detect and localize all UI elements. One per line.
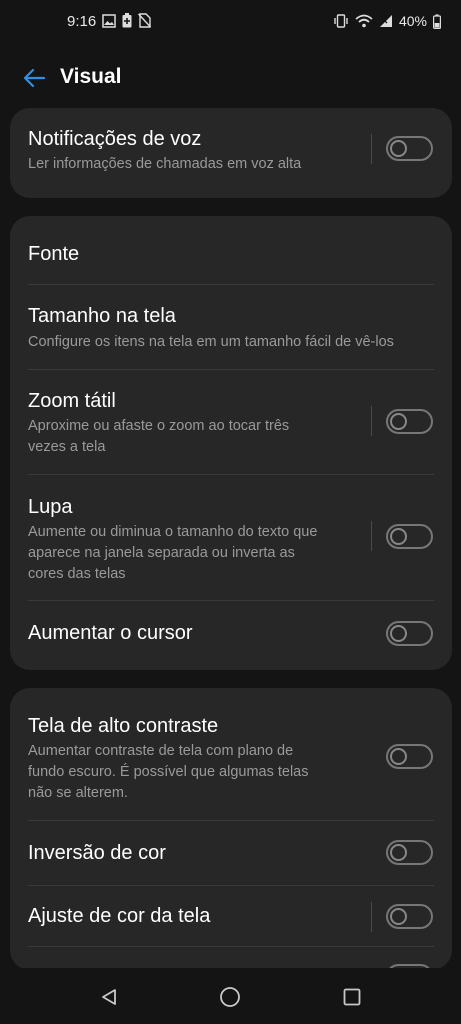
home-circle-icon: [220, 987, 240, 1007]
toggle-separator: [371, 134, 372, 164]
battery-percent: 40%: [398, 13, 427, 29]
setting-title: Notificações de voz: [28, 128, 202, 150]
touch-zoom-toggle[interactable]: [386, 409, 433, 434]
setting-title: Ajuste de cor da tela: [28, 905, 211, 927]
setting-subtitle: Configure os itens na tela em um tamanho…: [28, 334, 394, 350]
divider: [28, 946, 434, 947]
toggle-separator: [371, 521, 372, 551]
status-left-icons: [102, 13, 151, 28]
card-display: Fonte Tamanho na tela Configure os itens…: [10, 216, 452, 670]
toggle-separator: [371, 902, 372, 932]
toggle-knob: [390, 844, 407, 861]
high-contrast-toggle[interactable]: [386, 744, 433, 769]
setting-subtitle: Ler informações de chamadas em voz alta: [28, 156, 302, 172]
setting-screen-color-adjust[interactable]: Ajuste de cor da tela: [10, 886, 452, 946]
setting-title: Tamanho na tela: [28, 305, 176, 327]
toggle-knob: [390, 748, 407, 765]
color-inversion-toggle[interactable]: [386, 840, 433, 865]
setting-subtitle: Aumente ou diminua o tamanho do texto qu…: [28, 524, 318, 582]
status-time: 9:16: [67, 13, 97, 30]
navigation-bar: [0, 968, 461, 1024]
toggle-knob: [390, 625, 407, 642]
screen-color-adjust-toggle[interactable]: [386, 904, 433, 929]
wifi-icon: [355, 14, 373, 28]
card-contrast: Tela de alto contraste Aumentar contrast…: [10, 688, 452, 970]
setting-title: Lupa: [28, 496, 73, 518]
vibrate-icon: [334, 14, 348, 28]
toggle-separator: [371, 406, 372, 436]
back-triangle-icon: [102, 989, 116, 1005]
setting-title: Aumentar o cursor: [28, 622, 193, 644]
setting-screen-size[interactable]: Tamanho na tela Configure os itens na te…: [10, 285, 452, 369]
card-voice: Notificações de voz Ler informações de c…: [10, 108, 452, 198]
nav-home-button[interactable]: [215, 982, 245, 1012]
setting-color-inversion[interactable]: Inversão de cor: [10, 821, 452, 885]
no-sim-icon: [138, 13, 151, 28]
recents-square-icon: [343, 988, 361, 1006]
page-title: Visual: [60, 65, 122, 88]
toggle-knob: [390, 528, 407, 545]
setting-subtitle: Aproxime ou afaste o zoom ao tocar três …: [28, 418, 290, 455]
nav-recents-button[interactable]: [337, 982, 367, 1012]
setting-title: Tela de alto contraste: [28, 715, 219, 737]
setting-title: Inversão de cor: [28, 842, 166, 864]
enlarge-cursor-toggle[interactable]: [386, 621, 433, 646]
setting-subtitle: Aumentar contraste de tela com plano de …: [28, 743, 309, 801]
setting-title: Zoom tátil: [28, 390, 116, 412]
setting-high-contrast[interactable]: Tela de alto contraste Aumentar contrast…: [10, 688, 452, 820]
status-bar: 9:16 40%: [0, 0, 461, 44]
setting-enlarge-cursor[interactable]: Aumentar o cursor: [10, 601, 452, 670]
voice-notifications-toggle[interactable]: [386, 136, 433, 161]
setting-magnifier[interactable]: Lupa Aumente ou diminua o tamanho do tex…: [10, 475, 452, 600]
setting-touch-zoom[interactable]: Zoom tátil Aproxime ou afaste o zoom ao …: [10, 370, 452, 474]
status-right: 40%: [333, 13, 441, 29]
toggle-knob: [390, 908, 407, 925]
setting-voice-notifications[interactable]: Notificações de voz Ler informações de c…: [10, 108, 452, 198]
battery-icon: [433, 13, 441, 29]
back-arrow-icon: [23, 68, 46, 88]
battery-saver-icon: [122, 13, 132, 28]
app-bar: Visual: [0, 52, 461, 102]
nav-back-button[interactable]: [94, 982, 124, 1012]
toggle-knob: [390, 413, 407, 430]
setting-font[interactable]: Fonte: [10, 216, 452, 284]
toggle-knob: [390, 140, 407, 157]
signal-icon: [379, 15, 392, 27]
image-icon: [102, 13, 116, 28]
magnifier-toggle[interactable]: [386, 524, 433, 549]
back-button[interactable]: [18, 62, 50, 94]
setting-title: Fonte: [28, 243, 80, 265]
